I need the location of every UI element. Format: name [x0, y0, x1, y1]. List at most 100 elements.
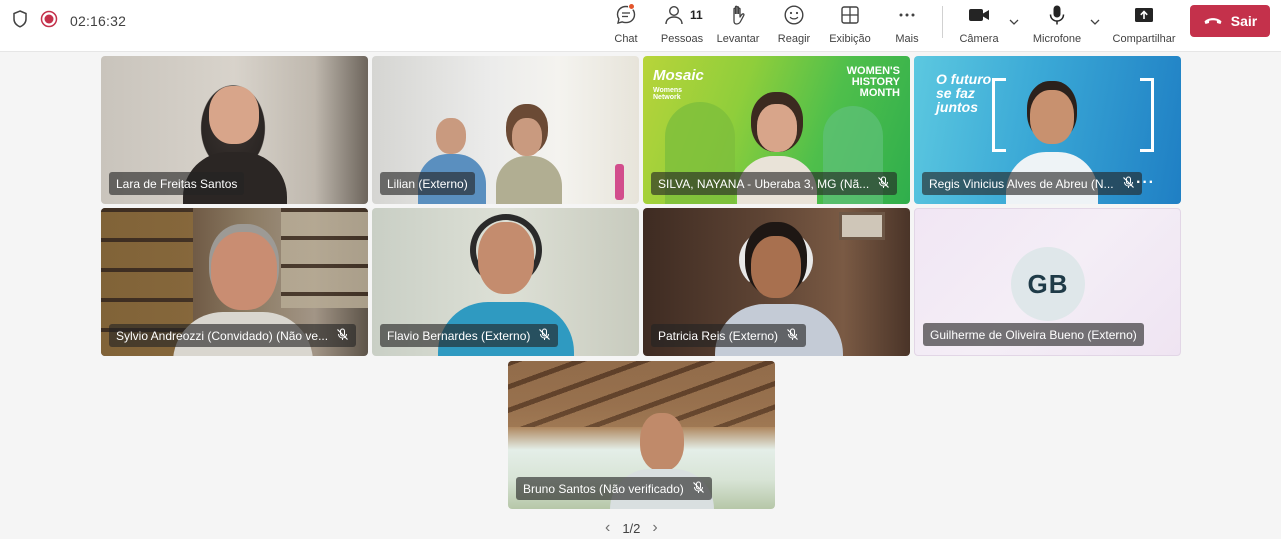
participant-name: Flavio Bernardes (Externo) [387, 328, 531, 343]
participant-tile-sylvio[interactable]: Sylvio Andreozzi (Convidado) (Não ve... [101, 208, 368, 356]
microphone-icon [1046, 2, 1068, 29]
mic-off-icon [877, 176, 890, 192]
participant-name: Bruno Santos (Não verificado) [523, 481, 684, 496]
react-button[interactable]: Reagir [776, 2, 812, 48]
camera-options-chevron-icon[interactable] [1008, 15, 1020, 33]
next-page-chevron-icon[interactable]: › [652, 519, 657, 537]
participant-name: Lilian (Externo) [387, 176, 468, 191]
participant-tile-flavio[interactable]: Flavio Bernardes (Externo) [372, 208, 639, 356]
participant-tile-bruno[interactable]: Bruno Santos (Não verificado) [508, 361, 775, 509]
mosaic-sub-text: Womens Network [653, 87, 683, 101]
previous-page-chevron-icon[interactable]: ‹ [605, 519, 610, 537]
bookshelf-decoration [281, 208, 368, 308]
participant-name-bar: Patricia Reis (Externo) [651, 324, 807, 347]
participant-face [757, 104, 797, 152]
participant-name-bar: Sylvio Andreozzi (Convidado) (Não ve... [109, 324, 357, 347]
leave-button[interactable]: Sair [1190, 5, 1270, 37]
participant-name: SILVA, NAYANA - Uberaba 3, MG (Nã... [658, 176, 870, 191]
gallery-pager: ‹ 1/2 › [605, 518, 658, 538]
participant-name: Regis Vinicius Alves de Abreu (N... [929, 176, 1114, 191]
bracket-left-decoration [992, 78, 1006, 152]
hang-up-icon [1203, 13, 1223, 29]
participant-avatar: GB [1011, 247, 1085, 321]
recording-icon [40, 10, 58, 33]
water-bottle [615, 164, 624, 200]
more-button[interactable]: Mais [892, 2, 922, 48]
mic-off-icon [336, 328, 349, 344]
chat-notification-dot [628, 3, 635, 10]
participant-body [496, 156, 562, 204]
participant-tile-guilherme[interactable]: GB Guilherme de Oliveira Bueno (Externo) [914, 208, 1181, 356]
mosaic-logo-text: Mosaic [653, 67, 704, 84]
hand-icon [727, 2, 749, 29]
camera-label: Câmera [959, 33, 999, 45]
participant-tile-nayana[interactable]: Mosaic Womens Network WOMEN'S HISTORY MO… [643, 56, 910, 204]
picture-frame-decoration [839, 212, 885, 240]
mic-off-icon [692, 481, 705, 497]
meeting-toolbar: 02:16:32 Chat 11 Pessoas Levantar Reagir [0, 0, 1281, 52]
participant-name-bar: Regis Vinicius Alves de Abreu (N... [922, 172, 1142, 195]
participant-name-bar: Flavio Bernardes (Externo) [380, 324, 559, 347]
participant-name: Patricia Reis (Externo) [658, 328, 779, 343]
more-dots-icon [896, 2, 918, 29]
raise-hand-button[interactable]: Levantar [716, 2, 760, 48]
participant-tile-patricia[interactable]: Patricia Reis (Externo) [643, 208, 910, 356]
participant-face [209, 86, 259, 144]
mic-off-icon [538, 328, 551, 344]
futuro-text: O futuro se faz juntos [936, 71, 992, 115]
chat-button[interactable]: Chat [609, 2, 643, 48]
participant-face [478, 222, 534, 294]
view-label: Exibição [829, 33, 871, 45]
participant-tile-lilian[interactable]: Lilian (Externo) [372, 56, 639, 204]
shield-icon[interactable] [12, 9, 28, 33]
people-icon: 11 [660, 2, 704, 29]
participant-tile-lara[interactable]: Lara de Freitas Santos [101, 56, 368, 204]
grid-icon [839, 2, 861, 29]
mic-off-icon [1122, 176, 1135, 192]
microphone-label: Microfone [1032, 33, 1082, 45]
raise-hand-label: Levantar [716, 33, 760, 45]
meeting-timer: 02:16:32 [70, 13, 127, 29]
microphone-options-chevron-icon[interactable] [1089, 15, 1101, 33]
microphone-button[interactable]: Microfone [1031, 2, 1083, 48]
more-label: Mais [895, 33, 919, 45]
camera-button[interactable]: Câmera [959, 2, 999, 48]
mic-off-icon [786, 328, 799, 344]
womens-history-month-text: WOMEN'S HISTORY MONTH [846, 65, 900, 99]
participant-face [436, 118, 466, 154]
participant-name: Guilherme de Oliveira Bueno (Externo) [930, 327, 1137, 342]
share-button[interactable]: Compartilhar [1111, 2, 1177, 48]
participant-face [1030, 90, 1074, 144]
react-label: Reagir [777, 33, 811, 45]
page-indicator: 1/2 [622, 520, 641, 536]
share-label: Compartilhar [1112, 33, 1176, 45]
smiley-icon [783, 2, 805, 29]
participant-face [512, 118, 542, 156]
participant-name: Sylvio Andreozzi (Convidado) (Não ve... [116, 328, 329, 343]
participant-name-bar: Guilherme de Oliveira Bueno (Externo) [923, 323, 1144, 346]
participant-name-bar: Lara de Freitas Santos [109, 172, 245, 195]
participant-more-options-icon[interactable]: ··· [1136, 174, 1155, 192]
view-button[interactable]: Exibição [829, 2, 871, 48]
bracket-right-decoration [1140, 78, 1154, 152]
people-count: 11 [690, 8, 703, 22]
meeting-info: 02:16:32 [12, 9, 127, 33]
chat-label: Chat [614, 33, 638, 45]
participant-name-bar: SILVA, NAYANA - Uberaba 3, MG (Nã... [651, 172, 898, 195]
participant-face [640, 413, 684, 471]
participant-name-bar: Bruno Santos (Não verificado) [516, 477, 712, 500]
participant-name: Lara de Freitas Santos [116, 176, 238, 191]
camera-icon [967, 2, 991, 29]
chat-icon [615, 2, 637, 29]
participant-face [751, 236, 801, 298]
people-label: Pessoas [660, 33, 704, 45]
participant-tile-regis[interactable]: O futuro se faz juntos Regis Vinicius Al… [914, 56, 1181, 204]
leave-label: Sair [1230, 13, 1258, 29]
share-screen-icon [1133, 2, 1155, 29]
people-button[interactable]: 11 Pessoas [660, 2, 704, 48]
ceiling-beams-decoration [508, 361, 775, 427]
mosaic-logo: Mosaic Womens Network [653, 68, 704, 101]
toolbar-divider [942, 6, 943, 38]
participant-face [211, 232, 277, 310]
participant-name-bar: Lilian (Externo) [380, 172, 475, 195]
